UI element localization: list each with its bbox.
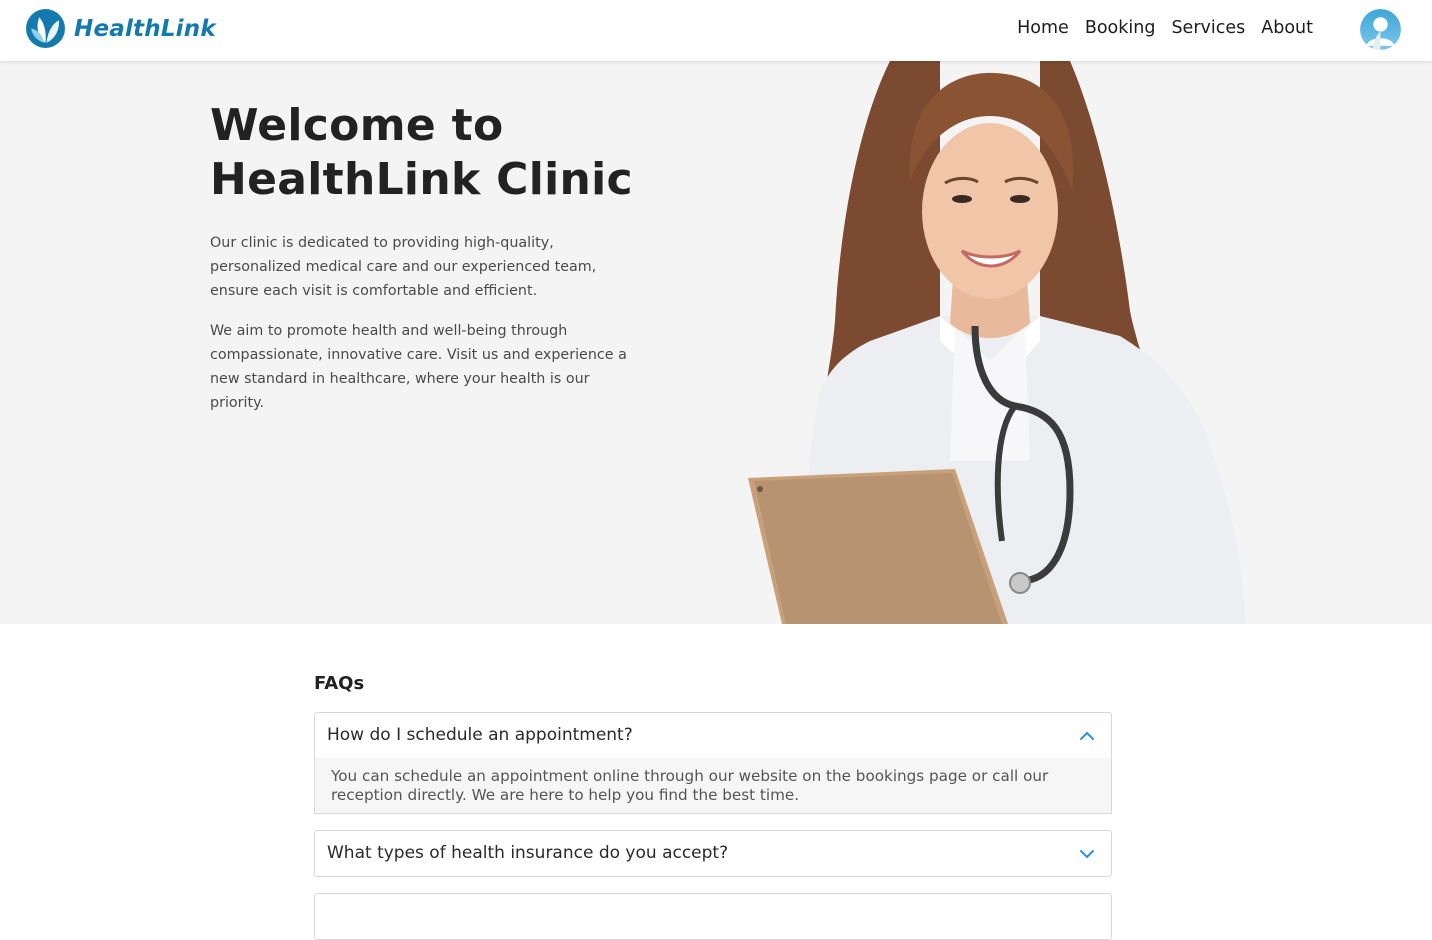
faq-answer: You can schedule an appointment online t… <box>314 758 1112 814</box>
faq-item-schedule[interactable]: How do I schedule an appointment? <box>314 712 1112 759</box>
faq-question: How do I schedule an appointment? <box>327 725 633 745</box>
nav-services[interactable]: Services <box>1171 18 1245 38</box>
brand-name: HealthLink <box>74 15 216 42</box>
top-navbar: HealthLink Home Booking Services About <box>0 0 1432 61</box>
faq-heading: FAQs <box>314 673 365 694</box>
user-avatar-icon <box>1360 9 1401 50</box>
hero-title: Welcome to HealthLink Clinic <box>210 99 670 207</box>
nav-booking[interactable]: Booking <box>1085 18 1156 38</box>
chevron-down-icon <box>1080 850 1094 859</box>
hero-paragraph-1: Our clinic is dedicated to providing hig… <box>210 235 597 299</box>
chevron-up-icon <box>1080 731 1094 740</box>
main-nav: Home Booking Services About <box>1017 18 1313 38</box>
nav-about[interactable]: About <box>1261 18 1313 38</box>
hero-title-line2: HealthLink Clinic <box>210 154 633 205</box>
doctor-photo <box>748 61 1245 624</box>
leaf-logo-icon <box>26 9 65 48</box>
brand-logo[interactable]: HealthLink <box>25 8 216 49</box>
hero-title-line1: Welcome to <box>210 100 504 151</box>
faq-item-insurance[interactable]: What types of health insurance do you ac… <box>314 830 1112 877</box>
faq-question: What types of health insurance do you ac… <box>327 843 729 863</box>
user-avatar-button[interactable] <box>1360 9 1401 50</box>
hero-section: Welcome to HealthLink Clinic Our clinic … <box>0 61 1432 624</box>
faq-item-next[interactable] <box>314 893 1112 940</box>
nav-home[interactable]: Home <box>1017 18 1069 38</box>
hero-paragraph-2: We aim to promote health and well-being … <box>210 323 627 411</box>
